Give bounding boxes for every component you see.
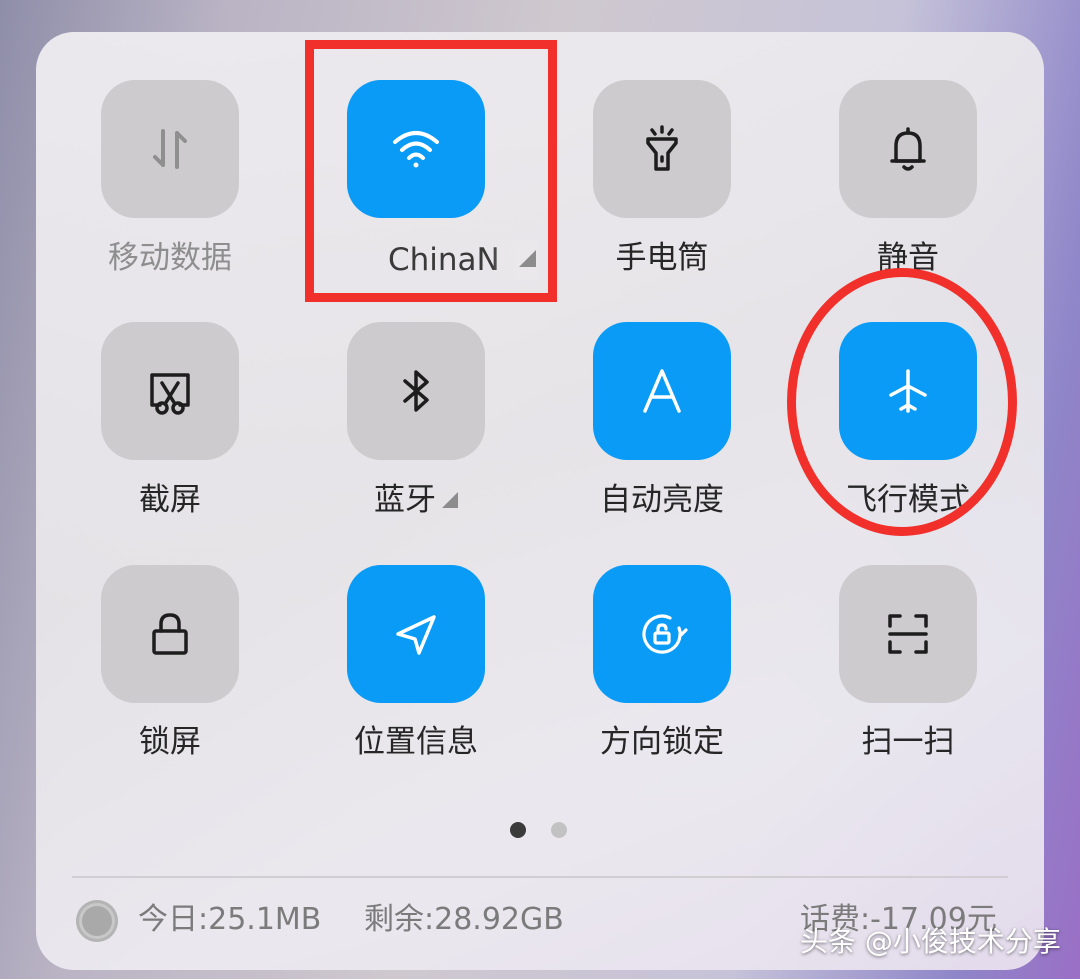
remaining-data: 剩余:28.92GB bbox=[364, 902, 564, 937]
lock-icon bbox=[152, 613, 188, 655]
scissors-screenshot-icon bbox=[150, 373, 190, 415]
location-arrow-icon bbox=[396, 615, 436, 655]
rotation-lock-label: 方向锁定 bbox=[600, 724, 724, 760]
bluetooth-tile[interactable] bbox=[347, 322, 485, 460]
today-usage: 今日:25.1MB bbox=[138, 902, 322, 937]
auto-brightness-label: 自动亮度 bbox=[600, 482, 724, 518]
mobile-data-icon bbox=[153, 129, 187, 169]
watermark: 头条 @小俊技术分享 bbox=[800, 925, 1061, 958]
bluetooth-settings-triangle-icon[interactable] bbox=[442, 492, 458, 508]
mute-label: 静音 bbox=[877, 240, 939, 276]
scan-icon bbox=[888, 614, 928, 654]
wifi-icon bbox=[393, 131, 439, 168]
lock-screen-tile[interactable] bbox=[101, 565, 239, 703]
mobile-data-label: 移动数据 bbox=[108, 240, 232, 276]
wifi-settings-triangle-icon[interactable] bbox=[519, 250, 536, 267]
location-label: 位置信息 bbox=[354, 724, 478, 760]
airplane-mode-tile[interactable] bbox=[839, 322, 977, 460]
lock-screen-label: 锁屏 bbox=[139, 724, 201, 760]
flashlight-icon bbox=[646, 125, 678, 171]
mute-tile[interactable] bbox=[839, 80, 977, 218]
location-tile[interactable] bbox=[347, 565, 485, 703]
auto-brightness-icon bbox=[643, 369, 681, 413]
wifi-label: ChinaN bbox=[388, 240, 538, 280]
auto-brightness-tile[interactable] bbox=[593, 322, 731, 460]
mobile-data-tile[interactable] bbox=[101, 80, 239, 218]
divider bbox=[72, 876, 1008, 878]
wifi-tile[interactable] bbox=[347, 80, 485, 218]
airplane-mode-label: 飞行模式 bbox=[846, 482, 970, 518]
scan-label: 扫一扫 bbox=[861, 724, 955, 760]
page-dot-active[interactable] bbox=[510, 822, 526, 838]
flashlight-tile[interactable] bbox=[593, 80, 731, 218]
bluetooth-icon bbox=[403, 370, 429, 412]
flashlight-label: 手电筒 bbox=[615, 240, 709, 276]
rotation-lock-icon bbox=[642, 614, 688, 654]
data-usage-disc-icon bbox=[76, 900, 118, 942]
bell-icon bbox=[890, 127, 926, 171]
screenshot-tile[interactable] bbox=[101, 322, 239, 460]
bluetooth-label: 蓝牙 bbox=[296, 480, 536, 520]
scan-tile[interactable] bbox=[839, 565, 977, 703]
airplane-icon bbox=[889, 369, 927, 413]
page-dot-inactive[interactable] bbox=[551, 822, 567, 838]
screenshot-label: 截屏 bbox=[139, 482, 201, 518]
rotation-lock-tile[interactable] bbox=[593, 565, 731, 703]
